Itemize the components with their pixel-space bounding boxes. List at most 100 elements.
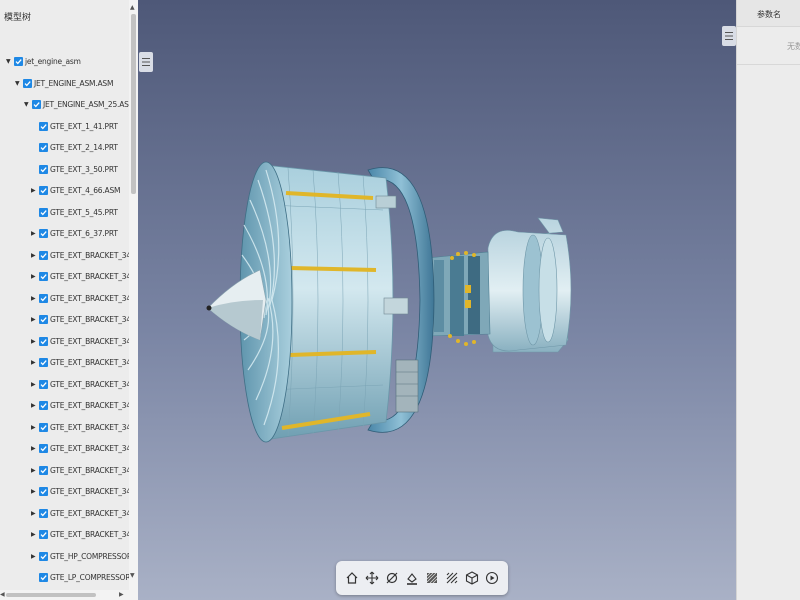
scroll-down-icon[interactable]: ▼ [130,572,135,579]
visibility-checkbox[interactable] [32,100,41,109]
visibility-checkbox[interactable] [39,336,48,346]
expand-right-icon[interactable]: ▶ [31,317,37,323]
expand-right-icon[interactable]: ▶ [31,403,37,409]
paint-icon[interactable] [404,570,420,586]
visibility-checkbox[interactable] [39,315,48,324]
pan-icon[interactable] [364,570,380,586]
tree-node-label: GTE_EXT_1_41.PRT [50,121,118,131]
visibility-checkbox[interactable] [39,530,48,539]
visibility-checkbox[interactable] [39,121,48,131]
expand-right-icon[interactable]: ▶ [31,510,37,517]
scroll-thumb[interactable] [131,14,136,194]
expand-right-icon[interactable]: ▶ [31,252,37,259]
visibility-checkbox[interactable] [39,401,48,410]
visibility-checkbox[interactable] [39,508,48,518]
visibility-checkbox[interactable] [14,57,23,66]
tree-node[interactable]: ▶ GTE_EXT_BRACKET_34.ASM [0,440,138,462]
expand-right-icon[interactable]: ▶ [31,188,37,194]
tree-node[interactable]: ▶ GTE_EXT_4_66.ASM [0,182,130,204]
parameter-name-header: 参数名 [757,10,781,19]
tree-node[interactable]: GTE_LP_COMPRESSOR_77.PI [0,569,138,591]
model-tree: ▼ jet_engine_asm ▼ JET_ENGINE_ASM.ASM ▼ JET_E… [0,53,138,600]
expand-right-icon[interactable]: ▶ [31,553,37,560]
tree-node-label: GTE_EXT_BRACKET_34.ASM [50,422,139,432]
expand-right-icon[interactable]: ▶ [31,446,37,452]
tree-node[interactable]: ▶ GTE_EXT_BRACKET_34.ASM [0,268,138,290]
tree-node[interactable]: ▶ GTE_EXT_6_37.PRT [0,225,130,247]
scroll-right-icon[interactable]: ▶ [119,591,124,598]
tree-node-label: jet_engine_asm [25,57,81,66]
expand-right-icon[interactable]: ▶ [31,467,37,474]
expand-down-icon[interactable]: ▼ [6,59,12,65]
empty-text: 无数 [787,42,800,51]
visibility-checkbox[interactable] [39,293,48,303]
visibility-checkbox[interactable] [39,444,48,453]
horizontal-scrollbar[interactable]: ◀ ▶ [0,590,138,600]
expand-down-icon[interactable]: ▼ [15,80,21,87]
shaded-icon[interactable] [424,570,440,586]
visibility-checkbox[interactable] [39,250,48,260]
scroll-left-icon[interactable]: ◀ [0,591,5,598]
tree-node[interactable]: ▶ GTE_EXT_BRACKET_34.ASM [0,397,138,419]
visibility-checkbox[interactable] [39,422,48,432]
tree-node[interactable]: ▼ JET_ENGINE_ASM.ASM [0,75,130,97]
h-scroll-thumb[interactable] [6,593,96,597]
tree-node[interactable]: ▶ GTE_EXT_BRACKET_34.ASM [0,290,138,312]
expand-right-icon[interactable]: ▶ [31,295,37,302]
expand-right-icon[interactable]: ▶ [31,231,37,237]
visibility-checkbox[interactable] [39,143,48,152]
tree-node[interactable]: ▶ GTE_EXT_BRACKET_34.ASM [0,354,138,376]
visibility-checkbox[interactable] [39,358,48,367]
home-icon[interactable] [344,570,360,586]
visibility-checkbox[interactable] [39,573,48,582]
jet-engine-model[interactable] [138,0,736,600]
tree-node-label: JET_ENGINE_ASM.ASM [34,78,114,88]
expand-right-icon[interactable]: ▶ [31,424,37,431]
expand-down-icon[interactable]: ▼ [24,102,30,108]
visibility-checkbox[interactable] [39,207,48,217]
tree-node[interactable]: ▶ GTE_EXT_BRACKET_34.ASM [0,333,138,355]
tree-node[interactable]: ▶ GTE_EXT_BRACKET_34.ASM [0,376,138,398]
tree-node[interactable]: GTE_EXT_2_14.PRT [0,139,130,161]
visibility-checkbox[interactable] [39,186,48,195]
tree-node-label: GTE_LP_COMPRESSOR_77.PI [50,573,138,582]
expand-right-icon[interactable]: ▶ [31,274,37,280]
tree-node[interactable]: ▶ GTE_EXT_BRACKET_34.ASM [0,247,138,269]
3d-viewport[interactable] [138,0,736,600]
expand-right-icon[interactable]: ▶ [31,360,37,366]
tree-node[interactable]: ▶ GTE_EXT_BRACKET_34.ASM [0,483,138,505]
tree-node[interactable]: GTE_EXT_3_50.PRT [0,161,130,183]
play-icon[interactable] [484,570,500,586]
tree-node[interactable]: GTE_EXT_5_45.PRT [0,204,130,226]
expand-right-icon[interactable]: ▶ [31,489,37,495]
tree-node-label: GTE_EXT_BRACKET_34.ASM [50,293,139,303]
hide-icon[interactable] [384,570,400,586]
tree-node[interactable]: ▶ GTE_EXT_BRACKET_34.ASM [0,505,138,527]
tree-node-label: GTE_EXT_BRACKET_34.ASM [50,336,139,346]
visibility-checkbox[interactable] [39,164,48,174]
tree-node-label: GTE_EXT_BRACKET_34.ASM [50,379,139,389]
tree-node[interactable]: GTE_EXT_1_41.PRT [0,118,130,140]
section-icon[interactable] [444,570,460,586]
parameter-panel: 参数名 无数 [736,0,800,600]
visibility-checkbox[interactable] [39,229,48,238]
visibility-checkbox[interactable] [39,379,48,389]
tree-node[interactable]: ▶ GTE_EXT_BRACKET_34.ASM [0,419,138,441]
tree-node[interactable]: ▶ GTE_EXT_BRACKET_34.ASM [0,462,138,484]
visibility-checkbox[interactable] [39,272,48,281]
cube-view-icon[interactable] [464,570,480,586]
tree-node[interactable]: ▶ GTE_EXT_BRACKET_34.ASM [0,311,138,333]
visibility-checkbox[interactable] [39,465,48,475]
visibility-checkbox[interactable] [39,487,48,496]
tree-node[interactable]: ▶ GTE_HP_COMPRESSOR_ASM [0,548,138,570]
scroll-up-icon[interactable]: ▲ [130,4,135,11]
visibility-checkbox[interactable] [39,551,48,561]
expand-right-icon[interactable]: ▶ [31,532,37,538]
tree-node[interactable]: ▼ JET_ENGINE_ASM_25.ASM [0,96,135,118]
expand-right-icon[interactable]: ▶ [31,338,37,345]
tree-node[interactable]: ▼ jet_engine_asm [0,53,130,75]
visibility-checkbox[interactable] [23,78,32,88]
vertical-scrollbar[interactable]: ▲ ▼ [129,0,138,590]
expand-right-icon[interactable]: ▶ [31,381,37,388]
tree-node[interactable]: ▶ GTE_EXT_BRACKET_34.ASM [0,526,138,548]
